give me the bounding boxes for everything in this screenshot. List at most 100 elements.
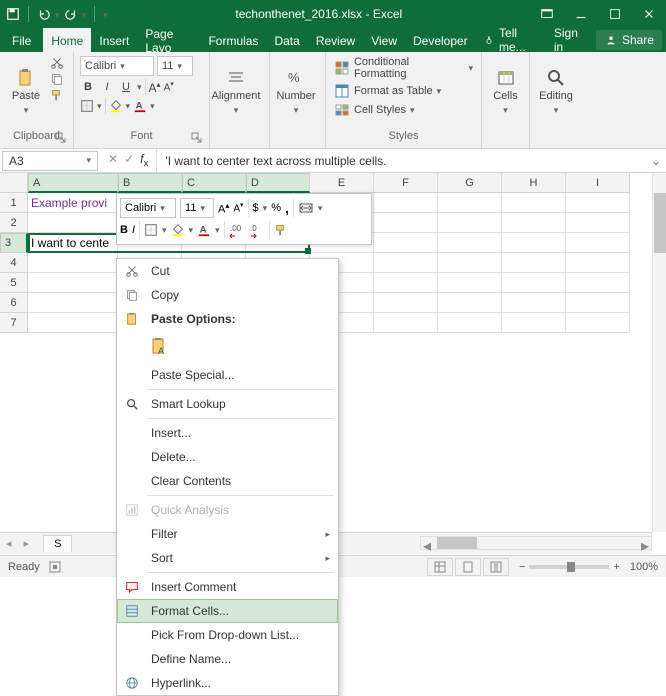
tab-view[interactable]: View — [363, 28, 405, 52]
bold-button[interactable]: B — [80, 81, 96, 93]
format-as-table-button[interactable]: Format as Table — [334, 83, 473, 99]
font-launcher[interactable] — [191, 132, 203, 144]
maximize-button[interactable] — [598, 0, 632, 28]
zoom-in-button[interactable]: + — [613, 561, 619, 573]
ctx-format-cells[interactable]: Format Cells... — [117, 599, 338, 623]
format-painter-icon[interactable] — [50, 88, 64, 102]
ctx-insert-comment[interactable]: Insert Comment — [117, 575, 338, 599]
mini-borders-icon[interactable] — [144, 223, 158, 237]
conditional-formatting-button[interactable]: Conditional Formatting — [334, 56, 473, 80]
ctx-paste-default[interactable]: A — [147, 333, 175, 361]
decrease-font-icon[interactable]: A▾ — [164, 80, 174, 93]
minimize-button[interactable] — [564, 0, 598, 28]
ctx-copy[interactable]: Copy — [117, 283, 338, 307]
undo-icon[interactable] — [37, 7, 51, 21]
row-header-7[interactable]: 7 — [0, 313, 28, 333]
tab-home[interactable]: Home — [43, 28, 91, 52]
zoom-slider[interactable] — [529, 565, 609, 569]
font-name-select[interactable]: Calibri — [80, 56, 154, 76]
col-header-a[interactable]: A — [28, 173, 118, 193]
mini-increase-font[interactable]: A▴ — [218, 201, 229, 216]
mini-italic-button[interactable]: I — [132, 224, 135, 236]
cut-icon[interactable] — [50, 56, 64, 70]
col-header-b[interactable]: B — [118, 173, 182, 193]
save-icon[interactable] — [6, 7, 20, 21]
expand-formula-bar[interactable]: ⌄ — [646, 154, 666, 168]
ctx-hyperlink[interactable]: Hyperlink... — [117, 671, 338, 695]
mini-merge-center-icon[interactable] — [298, 200, 314, 216]
row-header-3[interactable]: 3 — [0, 233, 28, 253]
view-normal-button[interactable] — [427, 558, 453, 576]
col-header-h[interactable]: H — [502, 173, 566, 193]
mini-accounting-format[interactable]: $ — [253, 202, 259, 214]
mini-comma-format[interactable]: , — [285, 200, 289, 216]
zoom-out-button[interactable]: − — [519, 561, 525, 573]
col-header-f[interactable]: F — [374, 173, 438, 193]
col-header-g[interactable]: G — [438, 173, 502, 193]
ctx-filter[interactable]: Filter▸ — [117, 522, 338, 546]
font-size-select[interactable]: 11 — [157, 56, 193, 76]
tab-formulas[interactable]: Formulas — [200, 28, 266, 52]
horizontal-scrollbar[interactable]: ◂▸ — [420, 536, 652, 550]
col-header-e[interactable]: E — [310, 173, 374, 193]
tab-data[interactable]: Data — [266, 28, 307, 52]
editing-group-button[interactable]: Editing — [534, 54, 578, 130]
fill-color-icon[interactable] — [109, 99, 123, 113]
copy-icon[interactable] — [50, 72, 64, 86]
alignment-group-button[interactable]: Alignment — [214, 54, 258, 130]
sign-in[interactable]: Sign in — [546, 28, 592, 52]
redo-icon[interactable] — [64, 7, 78, 21]
mini-increase-decimal-icon[interactable]: .0 — [249, 222, 265, 238]
enter-formula-icon[interactable]: ✓ — [124, 152, 134, 169]
row-header-2[interactable]: 2 — [0, 213, 28, 233]
mini-bold-button[interactable]: B — [120, 224, 128, 236]
number-group-button[interactable]: %Number — [274, 54, 318, 130]
mini-fill-color-icon[interactable] — [171, 223, 185, 237]
vertical-scrollbar[interactable] — [652, 173, 666, 532]
cell-styles-button[interactable]: Cell Styles — [334, 102, 473, 118]
share-button[interactable]: Share — [596, 30, 662, 50]
ctx-paste-special[interactable]: Paste Special... — [117, 363, 338, 387]
mini-decrease-decimal-icon[interactable]: .00 — [229, 222, 245, 238]
tab-insert[interactable]: Insert — [91, 28, 137, 52]
cells-group-button[interactable]: Cells — [486, 54, 525, 130]
font-color-icon[interactable]: A — [133, 99, 147, 113]
col-header-c[interactable]: C — [182, 173, 246, 193]
close-button[interactable] — [632, 0, 666, 28]
tab-review[interactable]: Review — [308, 28, 363, 52]
mini-font-size[interactable]: 11 — [180, 198, 214, 218]
cell-a3[interactable]: I want to cente — [28, 233, 118, 253]
mini-font-color-icon[interactable]: A — [197, 223, 211, 237]
zoom-level[interactable]: 100% — [630, 561, 658, 573]
ctx-cut[interactable]: Cut — [117, 259, 338, 283]
ctx-delete[interactable]: Delete... — [117, 445, 338, 469]
col-header-d[interactable]: D — [246, 173, 310, 193]
mini-font-name[interactable]: Calibri — [120, 198, 176, 218]
redo-dropdown[interactable] — [82, 7, 87, 21]
mini-percent-format[interactable]: % — [271, 202, 281, 214]
select-all-corner[interactable] — [0, 173, 28, 193]
tab-file[interactable]: File — [0, 28, 43, 52]
formula-input[interactable]: 'I want to center text across multiple c… — [156, 149, 646, 172]
ctx-smart-lookup[interactable]: Smart Lookup — [117, 392, 338, 416]
name-box[interactable]: A3 — [2, 151, 98, 171]
cell-a1[interactable]: Example provi — [28, 193, 118, 213]
underline-button[interactable]: U — [118, 81, 134, 93]
clipboard-launcher[interactable] — [55, 132, 67, 144]
cancel-formula-icon[interactable]: ✕ — [108, 152, 118, 169]
borders-icon[interactable] — [80, 99, 94, 113]
tab-pagelayout[interactable]: Page Layo — [137, 28, 200, 52]
macro-recording-icon[interactable] — [48, 560, 62, 574]
insert-function-icon[interactable]: fx — [140, 152, 148, 169]
ctx-insert[interactable]: Insert... — [117, 421, 338, 445]
ctx-define-name[interactable]: Define Name... — [117, 647, 338, 671]
mini-format-painter-icon[interactable] — [274, 223, 288, 237]
col-header-i[interactable]: I — [566, 173, 630, 193]
view-pagelayout-button[interactable] — [455, 558, 481, 576]
row-header-5[interactable]: 5 — [0, 273, 28, 293]
italic-button[interactable]: I — [99, 81, 115, 93]
ctx-clear-contents[interactable]: Clear Contents — [117, 469, 338, 493]
tab-developer[interactable]: Developer — [405, 28, 476, 52]
paste-button[interactable]: Paste — [4, 54, 48, 130]
ctx-sort[interactable]: Sort▸ — [117, 546, 338, 570]
